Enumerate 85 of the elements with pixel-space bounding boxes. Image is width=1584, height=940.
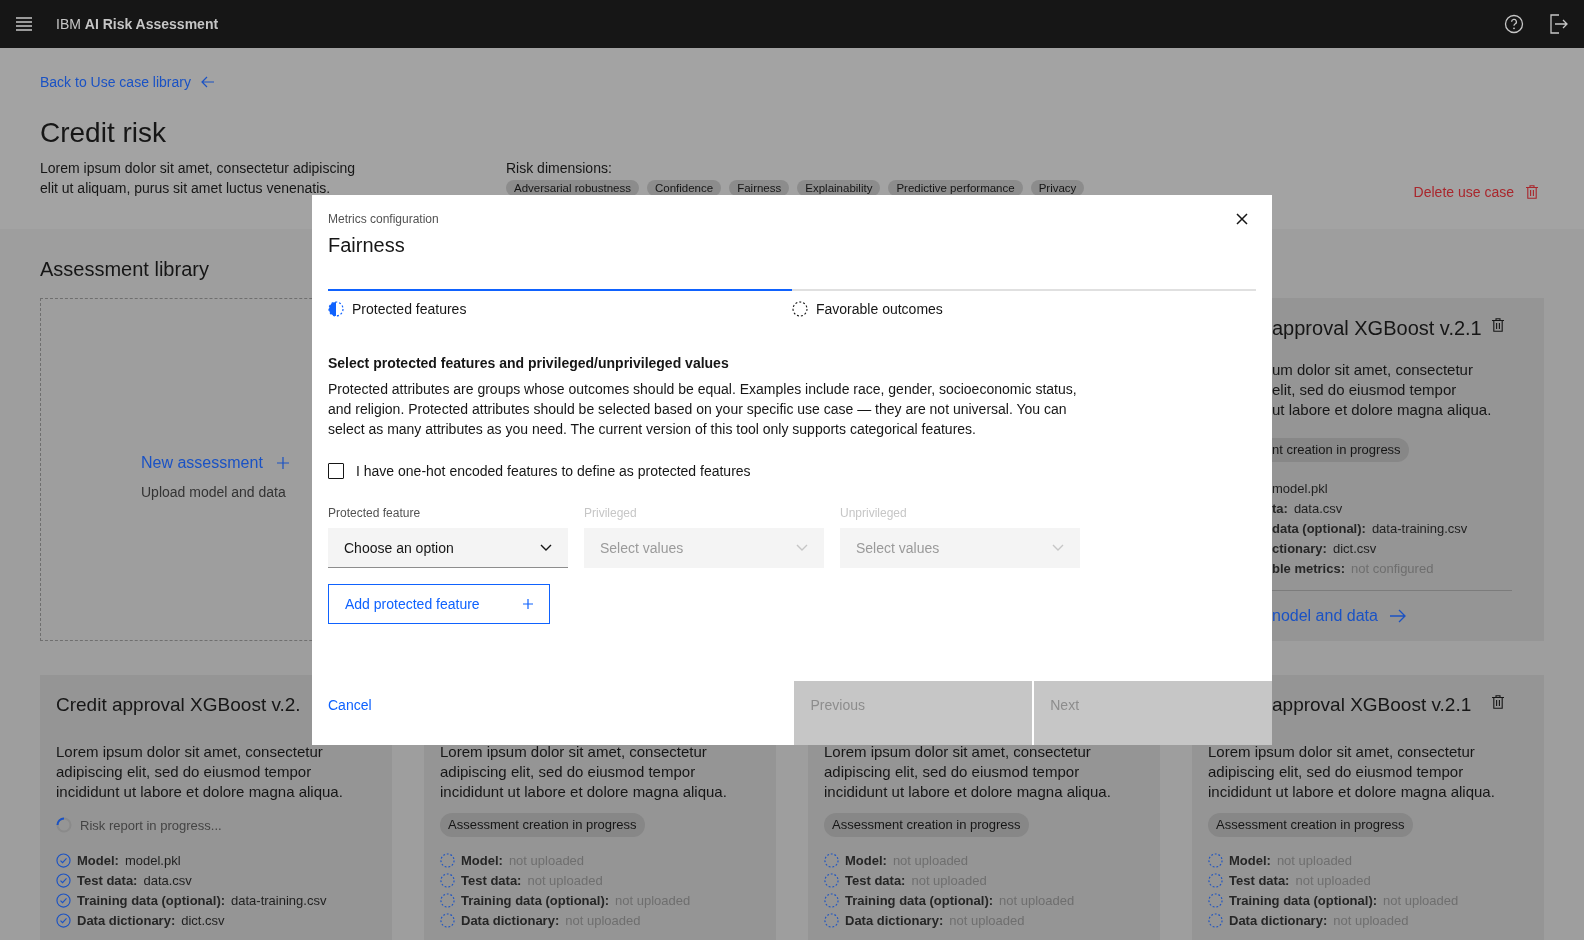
status-tag: Assessment creation in progress [440, 813, 645, 837]
item-label: Test data: [1229, 872, 1290, 888]
spinner-icon [56, 817, 72, 833]
card-description: Lorem ipsum dolor sit amet, consectetur adipiscing elit, sed do eiusmod tempor incididunt ut labore et dolore magna aliqua. [1208, 742, 1496, 802]
arrow-left-icon [200, 76, 215, 88]
risk-tag: Fairness [729, 180, 790, 196]
arrow-right-icon [1389, 609, 1406, 623]
card-description: Lorem ipsum dolor sit amet, consectetur adipiscing elit, sed do eiusmod tempor incididunt ut labore et dolore magna aliqua. [56, 742, 344, 802]
plus-icon [276, 456, 289, 469]
dialog-eyebrow: Metrics configuration [328, 211, 439, 227]
item-value: data-training.csv [231, 892, 327, 908]
field-label: Unprivileged [840, 505, 908, 521]
dropdown[interactable]: Choose an option [328, 528, 568, 568]
card-title: approval XGBoost v.2.1 [1272, 693, 1472, 717]
risk-tag: Confidence [647, 180, 722, 196]
item-value: model.pkl [124, 852, 181, 868]
item-label: Model: [1229, 852, 1271, 868]
page-title: Credit risk [40, 116, 167, 150]
back-link[interactable]: Back to Use case library [40, 72, 215, 92]
card-title: approval XGBoost v.2.1 [1272, 316, 1482, 341]
item-value: dict.csv [181, 912, 225, 928]
item-label: ctionary: [1272, 540, 1327, 556]
item-label: Model: [77, 852, 119, 868]
card-description-line: ut labore et dolore magna aliqua. [1272, 400, 1493, 420]
risk-tag: Predictive performance [888, 180, 1023, 196]
status-tag: Assessment creation in progress [1208, 813, 1413, 837]
item-label: ble metrics: [1272, 560, 1345, 576]
trash-icon[interactable] [1492, 695, 1504, 709]
status-tag: Assessment creation in progress [824, 813, 1029, 837]
chevron-down-icon [1052, 543, 1064, 552]
item-label: Model: [845, 852, 887, 868]
section-title: Assessment library [40, 257, 210, 282]
logout-icon[interactable] [1550, 14, 1568, 34]
upload-link[interactable]: nodel and data [1272, 607, 1406, 625]
item-label: Training data (optional): [461, 892, 610, 908]
page-description: Lorem ipsum dolor sit amet, consectetur adipiscing elit ut aliquam, purus sit amet luctus venenatis. [40, 159, 357, 198]
half-circle-icon [328, 301, 344, 317]
item-value: data.csv [143, 872, 192, 888]
item-label: Test data: [77, 872, 138, 888]
item-label: Training data (optional): [77, 892, 226, 908]
item-value: model.pkl [1272, 480, 1328, 496]
item-label: Data dictionary: [77, 912, 176, 928]
item-label: data (optional): [1272, 520, 1366, 536]
add-feature-button[interactable]: Add protected feature [328, 584, 550, 624]
new-assessment-link[interactable]: New assessment [141, 451, 289, 474]
card-title: Credit approval XGBoost v.2. [56, 693, 301, 717]
dialog-title: Fairness [328, 233, 405, 258]
item-label: Training data (optional): [845, 892, 994, 908]
card-description-line: elit, sed do eiusmod tempor [1272, 380, 1458, 400]
card-description: Lorem ipsum dolor sit amet, consectetur adipiscing elit, sed do eiusmod tempor incididunt ut labore et dolore magna aliqua. [440, 742, 728, 802]
item-value: data.csv [1293, 500, 1343, 516]
menu-icon[interactable] [16, 17, 32, 31]
item-label: Test data: [845, 872, 906, 888]
item-label: Data dictionary: [461, 912, 560, 928]
item-label: Data dictionary: [1229, 912, 1328, 928]
card-description-line: um dolor sit amet, consectetur [1272, 360, 1474, 380]
app-name: IBM AI Risk Assessment [56, 16, 219, 32]
item-label: Training data (optional): [1229, 892, 1378, 908]
delete-button[interactable]: Delete use case [1413, 182, 1544, 202]
chevron-down-icon [796, 543, 808, 552]
progress-step[interactable]: Protected features [328, 289, 792, 319]
help-icon[interactable] [1504, 14, 1524, 34]
chevron-down-icon [540, 543, 552, 552]
item-value: dict.csv [1332, 540, 1377, 556]
close-icon[interactable] [1236, 213, 1248, 225]
field-label: Privileged [584, 505, 638, 521]
new-assessment-subtitle: Upload model and data [141, 482, 287, 502]
item-label: Test data: [461, 872, 522, 888]
risk-dimensions-label: Risk dimensions: [506, 159, 613, 178]
item-label: Model: [461, 852, 503, 868]
risk-tag: Adversarial robustness [506, 180, 639, 196]
item-label: Data dictionary: [845, 912, 944, 928]
item-value: data-training.csv [1371, 520, 1468, 536]
card-description: Lorem ipsum dolor sit amet, consectetur adipiscing elit, sed do eiusmod tempor incididunt ut labore et dolore magna aliqua. [824, 742, 1112, 802]
plus-icon [523, 599, 533, 609]
risk-tag: Privacy [1030, 180, 1085, 196]
trash-icon [1526, 185, 1538, 199]
checkbox-box[interactable] [328, 463, 344, 479]
dashed-circle-icon [792, 301, 808, 317]
item-label: ta: [1272, 500, 1288, 516]
risk-tag: Explainability [797, 180, 881, 196]
status-tag: nt creation in progress [1272, 438, 1409, 462]
trash-icon[interactable] [1492, 318, 1504, 332]
progress-step[interactable]: Favorable outcomes [792, 289, 1256, 319]
status-text: Risk report in progress... [80, 817, 222, 833]
